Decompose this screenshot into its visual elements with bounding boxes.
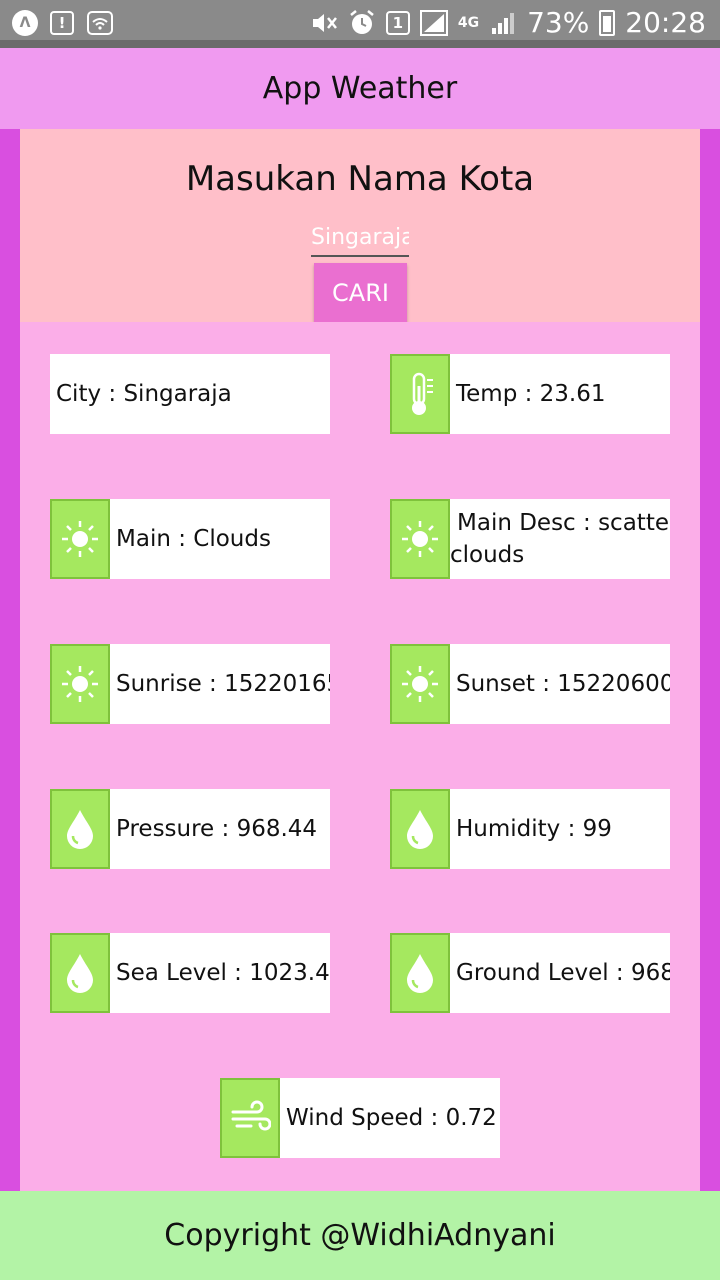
temp-text: Temp : 23.61 [456,381,606,407]
main-card: Main : Clouds [50,499,330,579]
main-desc-text: Main Desc : scatte clouds [450,507,670,571]
main-desc-card: Main Desc : scatte clouds [390,499,670,579]
alert-icon: ! [50,11,74,35]
mute-icon [310,9,338,37]
battery-icon [599,9,616,36]
wind-speed-card: Wind Speed : 0.72 [220,1078,500,1158]
status-bar: Λ ! 1 4G 73% 20:28 [0,0,720,48]
sea-level-text: Sea Level : 1023.4 [116,960,330,986]
thermometer-icon [390,354,450,434]
footer: Copyright @WidhiAdnyani [0,1191,720,1280]
alarm-icon [348,9,376,37]
sunrise-text: Sunrise : 15220165 [116,671,330,697]
water-drop-icon [390,933,450,1013]
city-text: City : Singaraja [56,381,232,407]
sun-icon [50,644,110,724]
search-heading: Masukan Nama Kota [185,159,535,199]
results-panel: City : Singaraja Temp : 23.61 Main : Clo… [20,322,700,1191]
main-text: Main : Clouds [116,526,271,552]
battery-percent: 73% [527,6,590,39]
wind-icon [220,1078,280,1158]
app-bar: App Weather [0,48,720,129]
city-input[interactable] [311,219,409,257]
pressure-card: Pressure : 968.44 [50,789,330,869]
temp-card: Temp : 23.61 [390,354,670,434]
main-desc-line-2: clouds [450,542,525,568]
sun-icon [50,499,110,579]
water-drop-icon [50,933,110,1013]
wind-speed-text: Wind Speed : 0.72 [286,1105,497,1131]
signal-icon [419,9,448,37]
sun-icon [390,644,450,724]
search-button[interactable]: CARI [314,263,407,322]
signal-bars-icon [489,9,517,37]
water-drop-icon [390,789,450,869]
status-bar-divider [0,40,720,48]
pressure-text: Pressure : 968.44 [116,816,318,842]
search-panel: Masukan Nama Kota CARI [20,129,700,322]
humidity-card: Humidity : 99 [390,789,670,869]
sun-icon [390,499,450,579]
ground-level-card: Ground Level : 968 [390,933,670,1013]
network-type: 4G [457,14,480,31]
app-notification-icon: Λ [12,10,38,36]
copyright-text: Copyright @WidhiAdnyani [164,1218,556,1253]
sunset-text: Sunset : 15220600 [456,671,670,697]
main-desc-line-1: Main Desc : scatte [457,510,669,536]
humidity-text: Humidity : 99 [456,816,612,842]
wifi-icon [86,9,114,37]
sim-icon: 1 [385,10,410,35]
ground-level-text: Ground Level : 968 [456,960,670,986]
sea-level-card: Sea Level : 1023.4 [50,933,330,1013]
clock: 20:28 [625,6,706,39]
app-title: App Weather [262,71,458,106]
sunrise-card: Sunrise : 15220165 [50,644,330,724]
water-drop-icon [50,789,110,869]
city-card: City : Singaraja [50,354,330,434]
sunset-card: Sunset : 15220600 [390,644,670,724]
